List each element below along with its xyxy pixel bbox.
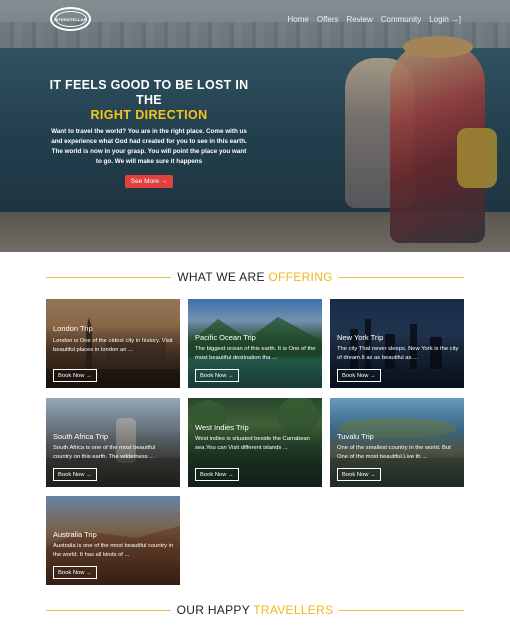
arrow-right-icon: →	[86, 569, 92, 576]
book-now-button[interactable]: Book Now →	[195, 468, 239, 481]
travellers-heading-highlight: TRAVELLERS	[253, 603, 334, 617]
nav-home[interactable]: Home	[288, 15, 309, 24]
hero-description: Want to travel the world? You are in the…	[51, 128, 247, 165]
card-description: The city That never sleeps. New York is …	[337, 346, 459, 361]
card-title: South Africa Trip	[53, 432, 109, 441]
book-now-label: Book Now	[200, 471, 227, 478]
offering-heading: WHAT WE ARE OFFERING	[46, 270, 465, 284]
arrow-right-icon: →	[86, 372, 92, 379]
main-nav: Home Offers Review Community Login →]	[288, 15, 461, 24]
card-description: London is One of the oldest city in hist…	[53, 338, 173, 353]
card-title: Tuvalu Trip	[337, 432, 374, 441]
book-now-button[interactable]: Book Now →	[53, 566, 97, 579]
book-now-button[interactable]: Book Now →	[195, 369, 239, 382]
card-title: West Indies Trip	[195, 423, 249, 432]
travellers-heading: OUR HAPPY TRAVELLERS	[46, 603, 465, 617]
arrow-right-icon: →	[160, 178, 168, 185]
see-more-label: See More	[130, 178, 159, 185]
card-description: The biggest ocean of this earth. It is O…	[195, 346, 316, 361]
book-now-label: Book Now	[200, 372, 227, 379]
travellers-heading-main: OUR HAPPY	[176, 603, 250, 617]
trip-card-tuvalu[interactable]: Tuvalu Trip One of the smallest country …	[330, 398, 464, 487]
trip-card-london[interactable]: London Trip London is One of the oldest …	[46, 299, 180, 388]
hero-section: INTERSTELLAR Home Offers Review Communit…	[0, 0, 510, 252]
trip-card-australia[interactable]: Australia Trip Australia is one of the m…	[46, 496, 180, 585]
trip-card-southafrica[interactable]: South Africa Trip South Africa is one of…	[46, 398, 180, 487]
book-now-button[interactable]: Book Now →	[53, 369, 97, 382]
book-now-label: Book Now	[58, 471, 85, 478]
card-description: South Africa is one of the most beautifu…	[53, 445, 156, 460]
card-title: New York Trip	[337, 333, 384, 342]
hero-title-highlight: RIGHT DIRECTION	[90, 108, 208, 122]
nav-offers[interactable]: Offers	[317, 15, 339, 24]
card-title: London Trip	[53, 324, 93, 333]
hero-title: IT FEELS GOOD TO BE LOST IN THE	[49, 78, 249, 107]
hero-text-block: IT FEELS GOOD TO BE LOST IN THE RIGHT DI…	[48, 78, 250, 188]
book-now-label: Book Now	[58, 372, 85, 379]
site-logo[interactable]: INTERSTELLAR	[50, 7, 91, 31]
book-now-label: Book Now	[342, 372, 369, 379]
card-description: West indies is situated beside the Carra…	[195, 436, 310, 451]
card-title: Australia Trip	[53, 530, 97, 539]
offering-heading-highlight: OFFERING	[268, 270, 333, 284]
nav-login[interactable]: Login →]	[429, 15, 461, 24]
card-description: Australia is one of the most beautiful c…	[53, 543, 174, 558]
arrow-right-icon: →	[228, 372, 234, 379]
offering-heading-main: WHAT WE ARE	[177, 270, 265, 284]
nav-review[interactable]: Review	[347, 15, 373, 24]
trip-card-pacific[interactable]: Pacific Ocean Trip The biggest ocean of …	[188, 299, 322, 388]
book-now-button[interactable]: Book Now →	[337, 468, 381, 481]
trip-card-newyork[interactable]: New York Trip The city That never sleeps…	[330, 299, 464, 388]
card-title: Pacific Ocean Trip	[195, 333, 256, 342]
book-now-label: Book Now	[58, 569, 85, 576]
login-icon: →]	[450, 15, 461, 24]
trip-card-westindies[interactable]: West Indies Trip West indies is situated…	[188, 398, 322, 487]
nav-login-label: Login	[429, 15, 449, 24]
see-more-button[interactable]: See More →	[124, 175, 174, 188]
logo-text: INTERSTELLAR	[54, 16, 87, 22]
book-now-button[interactable]: Book Now →	[53, 468, 97, 481]
nav-community[interactable]: Community	[381, 15, 421, 24]
arrow-right-icon: →	[86, 471, 92, 478]
arrow-right-icon: →	[228, 471, 234, 478]
book-now-label: Book Now	[342, 471, 369, 478]
book-now-button[interactable]: Book Now →	[337, 369, 381, 382]
arrow-right-icon: →	[370, 471, 376, 478]
arrow-right-icon: →	[370, 372, 376, 379]
card-description: One of the smallest country in the world…	[337, 445, 451, 460]
